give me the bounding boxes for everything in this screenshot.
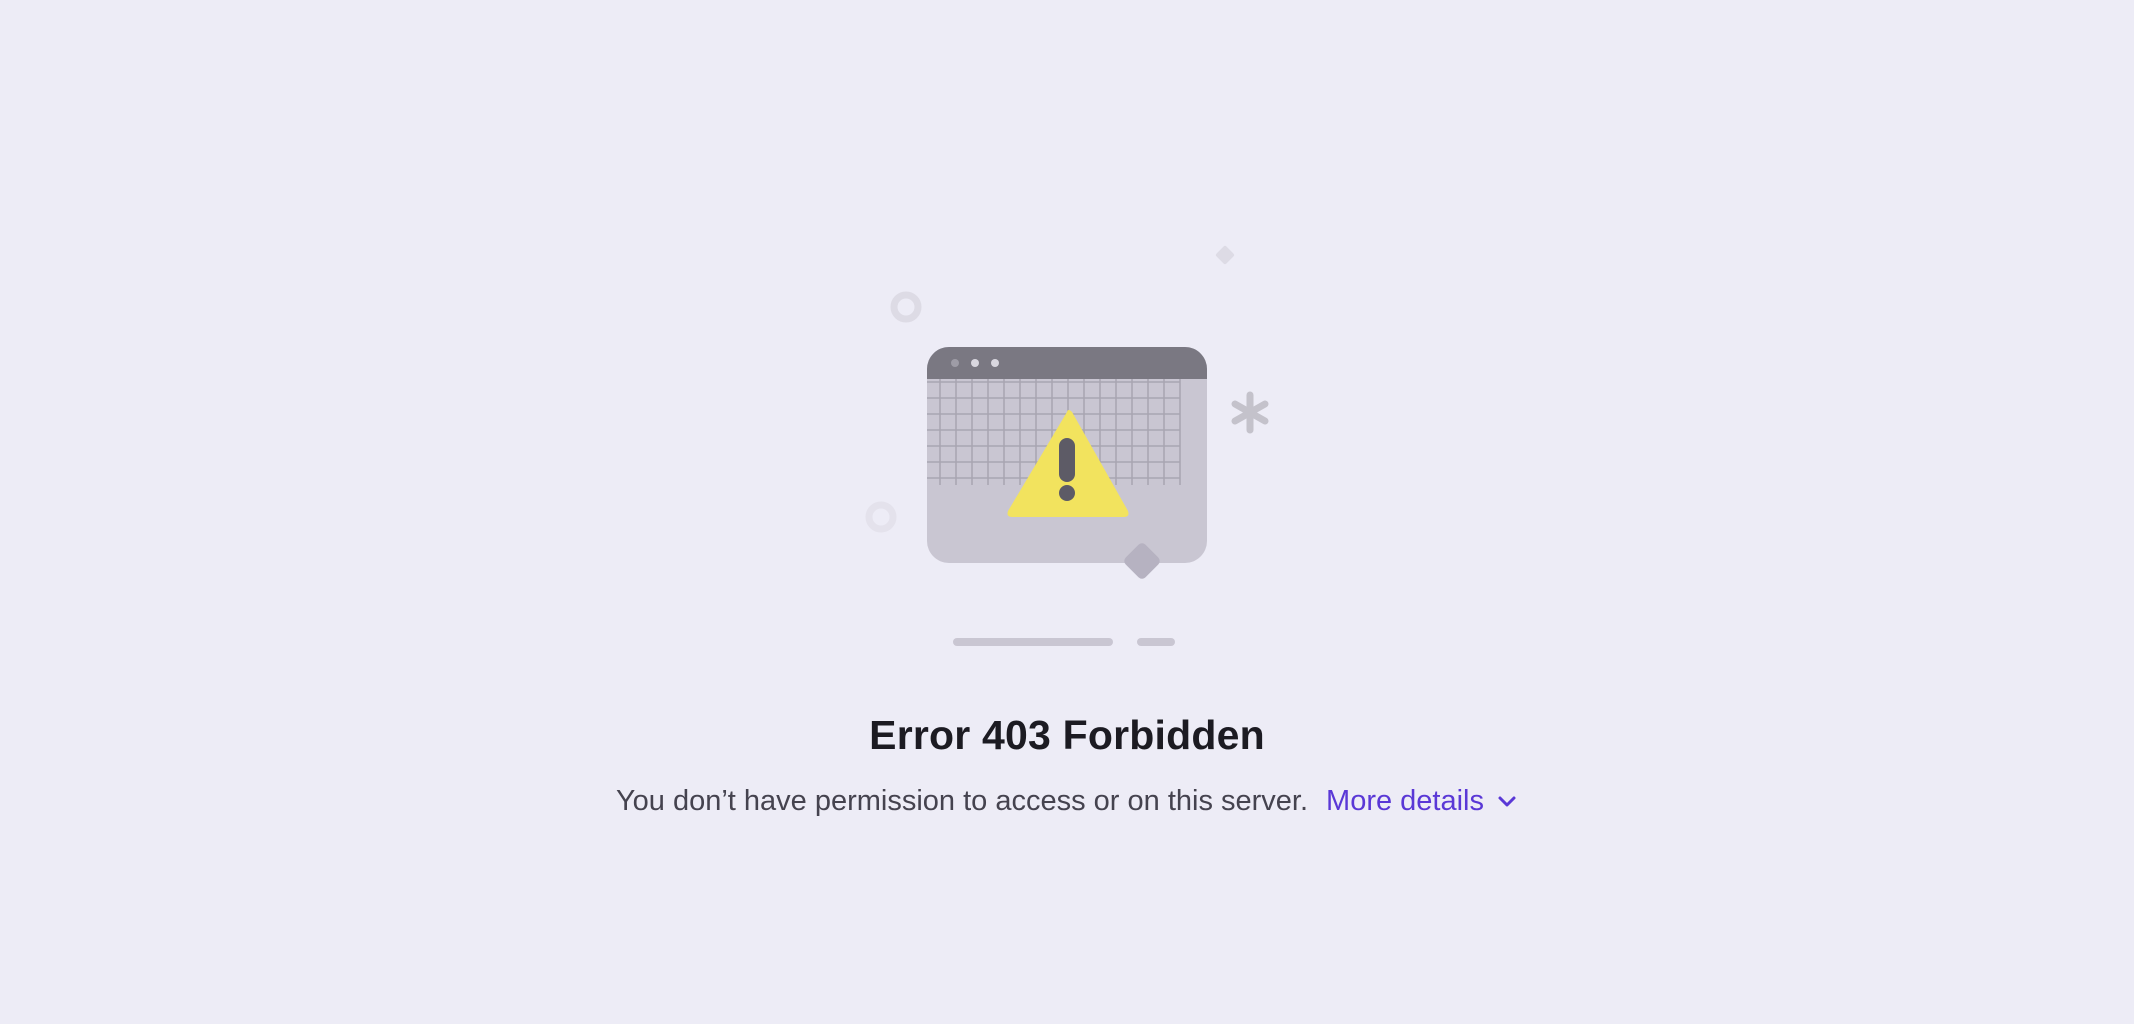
decor-bar-long [953, 638, 1113, 646]
error-message: You don’t have permission to access or o… [615, 785, 1309, 817]
more-details-toggle[interactable]: More details [1326, 785, 1518, 818]
error-page: Error 403 Forbidden You don’t have permi… [0, 0, 2134, 1024]
more-details-label: More details [1326, 785, 1485, 817]
error-message-row: You don’t have permission to access or o… [0, 785, 2134, 818]
error-illustration [850, 230, 1290, 660]
decor-ring-bottom-left [865, 501, 897, 533]
decor-bar-short [1137, 638, 1175, 646]
decor-ring-top-left [890, 291, 922, 323]
chevron-down-icon [1498, 796, 1516, 806]
error-title: Error 403 Forbidden [869, 712, 1265, 758]
decor-diamond-small [1215, 245, 1235, 265]
asterisk-icon [1231, 391, 1269, 434]
